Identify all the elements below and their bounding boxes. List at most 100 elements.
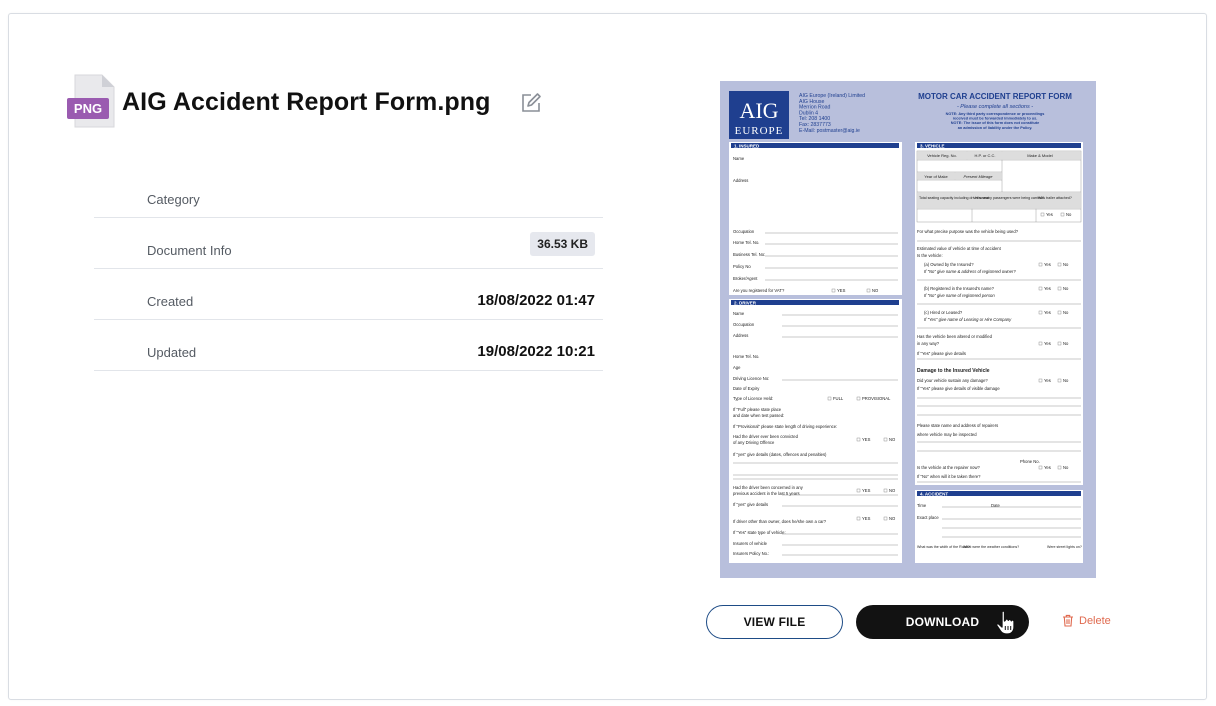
vh-passengers: How many passengers were being carried? xyxy=(975,196,1044,200)
preview-text: received must be forwarded immediately t… xyxy=(953,117,1038,121)
preview-text: Occupation xyxy=(733,322,755,327)
preview-text: Had the driver been concerned in any xyxy=(733,485,804,490)
preview-text: Is the vehicle at the repairer now? xyxy=(917,465,981,470)
preview-text: YES xyxy=(862,516,871,521)
preview-text: of any Driving Offence xyxy=(733,440,775,445)
preview-text: Home Tel. No. xyxy=(733,354,759,359)
preview-text: If "yes" give details xyxy=(733,502,768,507)
vh-trailer: Was trailer attached? xyxy=(1038,196,1072,200)
preview-text: Address xyxy=(733,333,748,338)
preview-text: Phone No. xyxy=(1020,459,1040,464)
preview-text: For what precise purpose was the vehicle… xyxy=(917,229,1019,234)
preview-text: in any way? xyxy=(917,341,940,346)
preview-text: and date when test passed: xyxy=(733,413,784,418)
preview-text: Yes xyxy=(1044,465,1051,470)
preview-text: Yes xyxy=(1044,286,1051,291)
preview-text: Yes xyxy=(1046,212,1053,217)
form-title: MOTOR CAR ACCIDENT REPORT FORM xyxy=(918,92,1072,101)
preview-text: where vehicle may be inspected xyxy=(917,432,977,437)
delete-label: Delete xyxy=(1079,614,1111,627)
preview-text: Insurers Policy No.: xyxy=(733,551,769,556)
updated-value: 19/08/2022 10:21 xyxy=(477,343,595,360)
info-row-updated: Updated 19/08/2022 10:21 xyxy=(94,320,603,371)
view-file-button[interactable]: VIEW FILE xyxy=(706,605,843,639)
preview-text: (a) Owned by the Insured? xyxy=(924,262,974,267)
trash-icon xyxy=(1063,614,1073,627)
document-info-label: Document Info xyxy=(147,243,232,258)
preview-text: If "Yes" state type of vehicle: xyxy=(733,530,786,535)
preview-text: No xyxy=(1063,262,1069,267)
preview-text: Driving Licence No: xyxy=(733,376,769,381)
preview-text: NOTE: Any third party correspondence or … xyxy=(946,112,1045,116)
preview-text: PROVISIONAL xyxy=(862,396,891,401)
form-subtitle: - Please complete all sections - xyxy=(957,104,1033,110)
preview-text: If driver other than owner, does he/she … xyxy=(733,519,827,524)
delete-button[interactable]: Delete xyxy=(1062,614,1111,627)
preview-text: Time xyxy=(917,503,927,508)
preview-text: Yes xyxy=(1044,341,1051,346)
preview-text: NOTE: The issue of this form does not co… xyxy=(951,121,1039,125)
preview-text: Please state name and address of repaire… xyxy=(917,423,998,428)
info-row-created: Created 18/08/2022 01:47 xyxy=(94,269,603,320)
preview-text: Age xyxy=(733,365,741,370)
preview-text: What was the width of the Road? xyxy=(917,545,970,549)
preview-text: No xyxy=(1063,310,1069,315)
preview-text: Has the vehicle been altered or modified xyxy=(917,334,993,339)
preview-text: FULL xyxy=(833,396,844,401)
file-title: AIG Accident Report Form.png xyxy=(122,88,491,116)
preview-text: Business Tel. No: xyxy=(733,252,765,257)
preview-text: No xyxy=(1063,465,1069,470)
preview-text: Yes xyxy=(1044,262,1051,267)
updated-label: Updated xyxy=(147,345,197,360)
preview-text: If "Provisional" please state length of … xyxy=(733,424,837,429)
preview-text: If "No" give name of registered person xyxy=(924,293,995,298)
preview-text: Broker/Agent xyxy=(733,276,758,281)
vh-make: Make & Model xyxy=(1027,153,1053,158)
preview-text: No xyxy=(1063,286,1069,291)
created-label: Created xyxy=(147,294,194,309)
preview-text: NO xyxy=(872,288,879,293)
preview-text: Exact place xyxy=(917,515,939,520)
info-row-document-info: Document Info 36.53 KB xyxy=(94,218,603,269)
preview-text: Date of Expiry xyxy=(733,386,760,391)
preview-text: Name xyxy=(733,156,745,161)
preview-text: If "Yes" please give details xyxy=(917,351,966,356)
edit-icon[interactable] xyxy=(520,92,542,114)
preview-text: No xyxy=(1063,378,1069,383)
preview-text: Address xyxy=(733,178,748,183)
preview-text: If "No" give name & address of registere… xyxy=(924,269,1016,274)
preview-text: If "Full" please state place xyxy=(733,407,782,412)
logo-top-text: AIG xyxy=(739,98,778,123)
file-size-badge: 36.53 KB xyxy=(530,232,595,256)
preview-text: Policy No xyxy=(733,264,751,269)
logo-bottom-text: EUROPE xyxy=(735,125,784,137)
preview-text: Estimated value of vehicle at time of ac… xyxy=(917,246,1002,251)
created-value: 18/08/2022 01:47 xyxy=(477,292,595,309)
preview-text: If "No" when will it be taken there? xyxy=(917,474,981,479)
preview-text: Home Tel. No. xyxy=(733,240,759,245)
preview-text: If "yes" give details (dates, offences a… xyxy=(733,452,827,457)
preview-text: No xyxy=(1066,212,1072,217)
preview-text: an admission of liability under the Poli… xyxy=(958,126,1033,130)
preview-text: YES xyxy=(862,488,871,493)
file-type-badge: PNG xyxy=(74,101,102,116)
preview-text: If "Yes" please give details of visible … xyxy=(917,386,1000,391)
preview-text: (c) Hired or Leased? xyxy=(924,310,963,315)
preview-text: (b) Registered in the Insured's name? xyxy=(924,286,995,291)
preview-text: Yes xyxy=(1044,310,1051,315)
vh-year: Year of Make xyxy=(924,174,948,179)
preview-text: Did your vehicle sustain any damage? xyxy=(917,378,988,383)
preview-text: NO xyxy=(889,488,896,493)
preview-text: Type of Licence Held: xyxy=(733,396,773,401)
preview-text: NO xyxy=(889,437,896,442)
section-vehicle: 3. VEHICLE xyxy=(920,143,945,148)
preview-text: Name xyxy=(733,311,745,316)
preview-text: If "Yes" give name of Leasing or Hire Co… xyxy=(924,317,1012,322)
file-preview[interactable]: AIG EUROPE AIG Europe (Ireland) Limited A… xyxy=(720,81,1096,578)
preview-text: YES xyxy=(862,437,871,442)
preview-text: What were the weather conditions? xyxy=(963,545,1019,549)
preview-text: Are you registered for VAT? xyxy=(733,288,785,293)
preview-text: No xyxy=(1063,341,1069,346)
preview-text: NO xyxy=(889,516,896,521)
preview-text: Were street lights on? xyxy=(1047,545,1082,549)
